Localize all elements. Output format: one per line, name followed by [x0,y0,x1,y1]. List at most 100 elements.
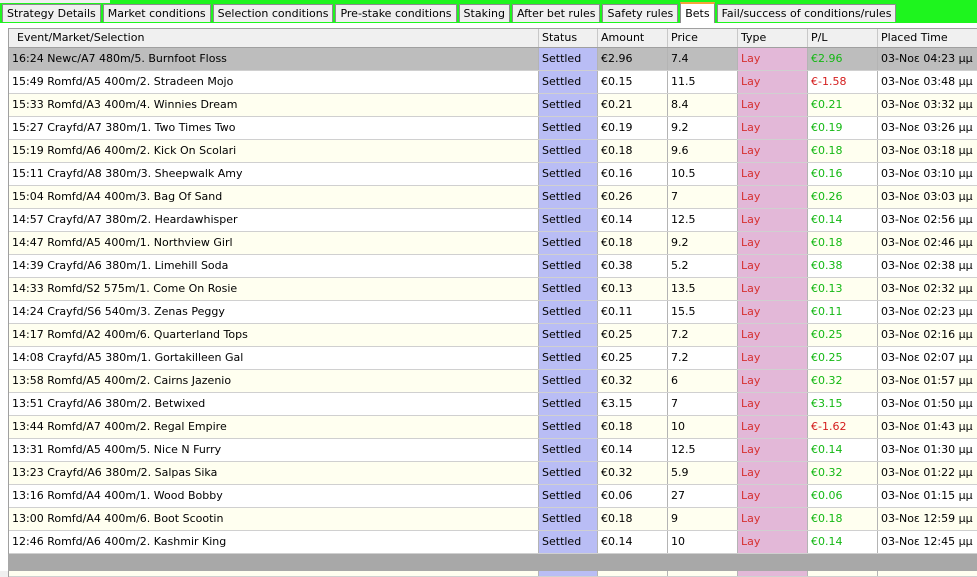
table-row[interactable]: 13:23 Crayfd/A6 380m/2. Salpas Sika Settl… [9,462,977,485]
column-header-type[interactable]: Type [738,29,808,47]
table-row[interactable]: 15:27 Crayfd/A7 380m/1. Two Times Two Set… [9,117,977,140]
placed-time-cell: 03-Νοε 02:56 μμ [878,209,977,231]
tab-pre-stake-conditions[interactable]: Pre-stake conditions [335,4,457,22]
placed-time-cell: 03-Νοε 02:23 μμ [878,301,977,323]
column-header-amount[interactable]: Amount [598,29,668,47]
status-cell: Settled [539,232,598,254]
placed-time-cell: 03-Νοε 03:03 μμ [878,186,977,208]
event-cell: 15:27 Crayfd/A7 380m/1. Two Times Two [9,117,539,139]
grid-footer-area [8,554,977,571]
amount-cell: €0.19 [598,117,668,139]
pl-cell: €0.18 [808,140,878,162]
tab-market-conditions[interactable]: Market conditions [102,4,211,22]
type-cell: Lay [738,531,808,553]
tab-bets[interactable]: Bets [680,2,715,24]
status-cell: Settled [539,186,598,208]
placed-time-cell: 03-Νοε 04:23 μμ [878,48,977,70]
table-row[interactable]: 16:24 Newc/A7 480m/5. Burnfoot Floss Sett… [9,48,977,71]
tab-safety-rules[interactable]: Safety rules [602,4,679,22]
table-row[interactable]: 15:49 Romfd/A5 400m/2. Stradeen Mojo Sett… [9,71,977,94]
price-cell: 12.5 [668,209,738,231]
table-row[interactable]: 14:24 Crayfd/S6 540m/3. Zenas Peggy Settl… [9,301,977,324]
type-cell: Lay [738,508,808,530]
column-header-status[interactable]: Status [539,29,598,47]
column-header-price[interactable]: Price [668,29,738,47]
table-row[interactable]: 14:33 Romfd/S2 575m/1. Come On Rosie Sett… [9,278,977,301]
price-cell: 27 [668,485,738,507]
pl-cell: €0.32 [808,462,878,484]
pl-cell: €0.38 [808,255,878,277]
price-cell: 5.9 [668,462,738,484]
table-row[interactable]: 13:58 Romfd/A5 400m/2. Cairns Jazenio Set… [9,370,977,393]
tab-selection-conditions[interactable]: Selection conditions [212,4,334,22]
amount-cell: €0.13 [598,278,668,300]
table-row[interactable]: 14:47 Romfd/A5 400m/1. Northview Girl Set… [9,232,977,255]
price-cell: 7.2 [668,347,738,369]
price-cell: 7.2 [668,324,738,346]
table-row[interactable]: 15:33 Romfd/A3 400m/4. Winnies Dream Sett… [9,94,977,117]
placed-time-cell: 03-Νοε 02:46 μμ [878,232,977,254]
tab-strategy-details[interactable]: Strategy Details [2,4,101,22]
price-cell: 7 [668,186,738,208]
table-row[interactable]: 14:08 Crayfd/A5 380m/1. Gortakilleen Gal… [9,347,977,370]
event-cell: 13:00 Romfd/A4 400m/6. Boot Scootin [9,508,539,530]
column-header-event[interactable]: Event/Market/Selection [9,29,539,47]
placed-time-cell: 03-Νοε 03:26 μμ [878,117,977,139]
type-cell: Lay [738,71,808,93]
pl-cell: €0.06 [808,485,878,507]
amount-cell: €0.25 [598,324,668,346]
column-header-placed-time[interactable]: Placed Time [878,29,977,47]
pl-cell: €-1.62 [808,416,878,438]
pl-cell: €0.11 [808,301,878,323]
amount-cell: €0.18 [598,232,668,254]
placed-time-cell: 03-Νοε 03:48 μμ [878,71,977,93]
table-row[interactable]: 13:00 Romfd/A4 400m/6. Boot Scootin Settl… [9,508,977,531]
price-cell: 10 [668,531,738,553]
type-cell: Lay [738,140,808,162]
table-row[interactable]: 14:57 Crayfd/A7 380m/2. Heardawhisper Set… [9,209,977,232]
table-row[interactable]: 13:44 Romfd/A7 400m/2. Regal Empire Settl… [9,416,977,439]
placed-time-cell: 03-Νοε 02:07 μμ [878,347,977,369]
placed-time-cell: 03-Νοε 02:32 μμ [878,278,977,300]
pl-cell: €0.16 [808,163,878,185]
placed-time-cell: 03-Νοε 01:22 μμ [878,462,977,484]
type-cell: Lay [738,209,808,231]
table-row[interactable]: 15:04 Romfd/A4 400m/3. Bag Of Sand Settle… [9,186,977,209]
event-cell: 14:08 Crayfd/A5 380m/1. Gortakilleen Gal [9,347,539,369]
event-cell: 15:49 Romfd/A5 400m/2. Stradeen Mojo [9,71,539,93]
amount-cell: €0.18 [598,140,668,162]
table-header: Event/Market/Selection Status Amount Pri… [9,29,977,48]
tab-fail-success-of-conditions-rules[interactable]: Fail/success of conditions/rules [716,4,897,22]
tab-after-bet-rules[interactable]: After bet rules [511,4,601,22]
placed-time-cell: 03-Νοε 03:10 μμ [878,163,977,185]
table-row[interactable]: 12:46 Romfd/A6 400m/2. Kashmir King Settl… [9,531,977,554]
price-cell: 12.5 [668,439,738,461]
event-cell: 16:24 Newc/A7 480m/5. Burnfoot Floss [9,48,539,70]
event-cell: 13:51 Crayfd/A6 380m/2. Betwixed [9,393,539,415]
column-header-pl[interactable]: P/L [808,29,878,47]
table-row[interactable]: 13:16 Romfd/A4 400m/1. Wood Bobby Settled… [9,485,977,508]
type-cell: Lay [738,347,808,369]
type-cell: Lay [738,393,808,415]
type-cell: Lay [738,416,808,438]
event-cell: 13:16 Romfd/A4 400m/1. Wood Bobby [9,485,539,507]
status-cell: Settled [539,324,598,346]
tab-staking[interactable]: Staking [458,4,510,22]
status-cell: Settled [539,439,598,461]
table-row[interactable]: 13:51 Crayfd/A6 380m/2. Betwixed Settled €… [9,393,977,416]
table-row[interactable]: 15:19 Romfd/A6 400m/2. Kick On Scolari Se… [9,140,977,163]
table-row[interactable]: 14:17 Romfd/A2 400m/6. Quarterland Tops S… [9,324,977,347]
placed-time-cell: 03-Νοε 12:59 μμ [878,508,977,530]
pl-cell: €0.18 [808,232,878,254]
price-cell: 10.5 [668,163,738,185]
amount-cell: €0.16 [598,163,668,185]
amount-cell: €0.06 [598,485,668,507]
table-row[interactable]: 15:11 Crayfd/A8 380m/3. Sheepwalk Amy Set… [9,163,977,186]
pl-cell: €3.15 [808,393,878,415]
table-row[interactable]: 13:31 Romfd/A5 400m/5. Nice N Furry Settl… [9,439,977,462]
event-cell: 15:33 Romfd/A3 400m/4. Winnies Dream [9,94,539,116]
bets-panel: Event/Market/Selection Status Amount Pri… [0,23,977,577]
table-row[interactable]: 14:39 Crayfd/A6 380m/1. Limehill Soda Set… [9,255,977,278]
pl-cell: €0.21 [808,94,878,116]
status-cell: Settled [539,209,598,231]
